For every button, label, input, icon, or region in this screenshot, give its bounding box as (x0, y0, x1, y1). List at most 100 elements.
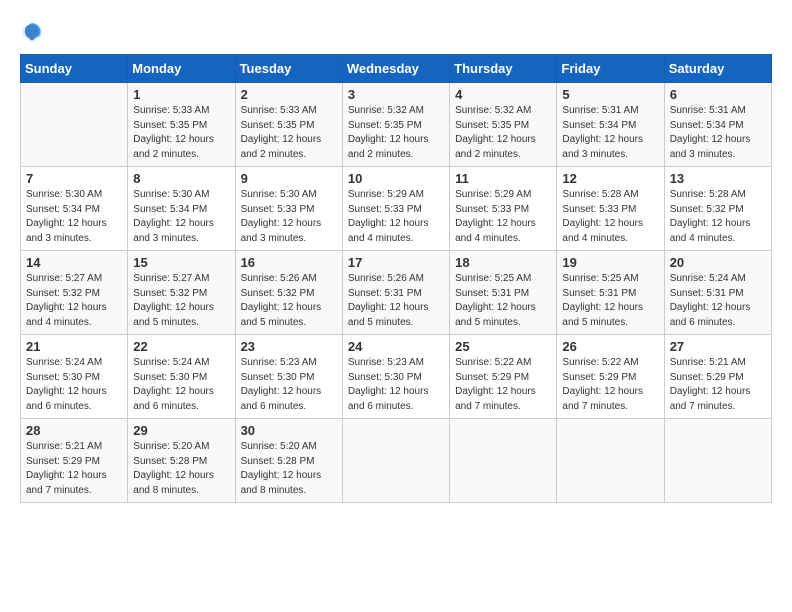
calendar-cell: 22 Sunrise: 5:24 AM Sunset: 5:30 PM Dayli… (128, 335, 235, 419)
day-info: Sunrise: 5:25 AM Sunset: 5:31 PM Dayligh… (562, 272, 658, 330)
day-number: 9 (241, 171, 337, 186)
calendar-cell: 26 Sunrise: 5:22 AM Sunset: 5:29 PM Dayli… (557, 335, 664, 419)
weekday-header-wednesday: Wednesday (342, 55, 449, 83)
calendar-cell: 21 Sunrise: 5:24 AM Sunset: 5:30 PM Dayli… (21, 335, 128, 419)
calendar-cell: 11 Sunrise: 5:29 AM Sunset: 5:33 PM Dayli… (450, 167, 557, 251)
day-info: Sunrise: 5:22 AM Sunset: 5:29 PM Dayligh… (562, 356, 658, 414)
calendar-cell: 14 Sunrise: 5:27 AM Sunset: 5:32 PM Dayli… (21, 251, 128, 335)
calendar-cell: 24Sunrise: 5:23 AM Sunset: 5:30 PM Dayli… (342, 335, 449, 419)
day-info: Sunrise: 5:20 AM Sunset: 5:28 PM Dayligh… (133, 440, 229, 498)
day-number: 4 (455, 87, 551, 102)
day-info: Sunrise: 5:22 AM Sunset: 5:29 PM Dayligh… (455, 356, 551, 414)
calendar-cell: 4 Sunrise: 5:32 AM Sunset: 5:35 PM Daylig… (450, 83, 557, 167)
day-number: 17 (348, 255, 444, 270)
calendar-cell: 5 Sunrise: 5:31 AM Sunset: 5:34 PM Daylig… (557, 83, 664, 167)
calendar-cell: 30Sunrise: 5:20 AM Sunset: 5:28 PM Dayli… (235, 419, 342, 503)
calendar-cell: 9Sunrise: 5:30 AM Sunset: 5:33 PM Daylig… (235, 167, 342, 251)
calendar-cell: 18 Sunrise: 5:25 AM Sunset: 5:31 PM Dayli… (450, 251, 557, 335)
calendar-cell: 12 Sunrise: 5:28 AM Sunset: 5:33 PM Dayli… (557, 167, 664, 251)
calendar-table: SundayMondayTuesdayWednesdayThursdayFrid… (20, 54, 772, 503)
calendar-cell: 23Sunrise: 5:23 AM Sunset: 5:30 PM Dayli… (235, 335, 342, 419)
day-number: 14 (26, 255, 122, 270)
calendar-cell (450, 419, 557, 503)
week-row-4: 21 Sunrise: 5:24 AM Sunset: 5:30 PM Dayli… (21, 335, 772, 419)
day-number: 6 (670, 87, 766, 102)
day-number: 22 (133, 339, 229, 354)
day-number: 16 (241, 255, 337, 270)
week-row-5: 28Sunrise: 5:21 AM Sunset: 5:29 PM Dayli… (21, 419, 772, 503)
calendar-cell: 15 Sunrise: 5:27 AM Sunset: 5:32 PM Dayli… (128, 251, 235, 335)
day-info: Sunrise: 5:32 AM Sunset: 5:35 PM Dayligh… (455, 104, 551, 162)
calendar-cell: 1 Sunrise: 5:33 AM Sunset: 5:35 PM Daylig… (128, 83, 235, 167)
day-number: 28 (26, 423, 122, 438)
calendar-cell: 25 Sunrise: 5:22 AM Sunset: 5:29 PM Dayli… (450, 335, 557, 419)
day-info: Sunrise: 5:26 AM Sunset: 5:31 PM Dayligh… (348, 272, 444, 330)
day-number: 26 (562, 339, 658, 354)
day-number: 3 (348, 87, 444, 102)
day-info: Sunrise: 5:31 AM Sunset: 5:34 PM Dayligh… (670, 104, 766, 162)
day-number: 24 (348, 339, 444, 354)
day-number: 29 (133, 423, 229, 438)
day-number: 5 (562, 87, 658, 102)
week-row-3: 14 Sunrise: 5:27 AM Sunset: 5:32 PM Dayli… (21, 251, 772, 335)
calendar-cell (21, 83, 128, 167)
day-info: Sunrise: 5:33 AM Sunset: 5:35 PM Dayligh… (133, 104, 229, 162)
calendar-cell: 20 Sunrise: 5:24 AM Sunset: 5:31 PM Dayli… (664, 251, 771, 335)
calendar-cell: 8 Sunrise: 5:30 AM Sunset: 5:34 PM Daylig… (128, 167, 235, 251)
calendar-cell: 10Sunrise: 5:29 AM Sunset: 5:33 PM Dayli… (342, 167, 449, 251)
day-number: 12 (562, 171, 658, 186)
day-info: Sunrise: 5:29 AM Sunset: 5:33 PM Dayligh… (455, 188, 551, 246)
calendar-header: SundayMondayTuesdayWednesdayThursdayFrid… (21, 55, 772, 83)
day-info: Sunrise: 5:25 AM Sunset: 5:31 PM Dayligh… (455, 272, 551, 330)
day-info: Sunrise: 5:24 AM Sunset: 5:30 PM Dayligh… (133, 356, 229, 414)
day-number: 15 (133, 255, 229, 270)
day-number: 18 (455, 255, 551, 270)
weekday-header-row: SundayMondayTuesdayWednesdayThursdayFrid… (21, 55, 772, 83)
calendar-cell: 2Sunrise: 5:33 AM Sunset: 5:35 PM Daylig… (235, 83, 342, 167)
calendar-cell: 19 Sunrise: 5:25 AM Sunset: 5:31 PM Dayli… (557, 251, 664, 335)
calendar-cell (342, 419, 449, 503)
weekday-header-friday: Friday (557, 55, 664, 83)
week-row-1: 1 Sunrise: 5:33 AM Sunset: 5:35 PM Daylig… (21, 83, 772, 167)
day-info: Sunrise: 5:30 AM Sunset: 5:34 PM Dayligh… (133, 188, 229, 246)
day-number: 1 (133, 87, 229, 102)
calendar-cell: 28Sunrise: 5:21 AM Sunset: 5:29 PM Dayli… (21, 419, 128, 503)
day-info: Sunrise: 5:30 AM Sunset: 5:34 PM Dayligh… (26, 188, 122, 246)
day-number: 2 (241, 87, 337, 102)
day-number: 21 (26, 339, 122, 354)
calendar-cell: 3 Sunrise: 5:32 AM Sunset: 5:35 PM Daylig… (342, 83, 449, 167)
weekday-header-sunday: Sunday (21, 55, 128, 83)
calendar-cell: 16Sunrise: 5:26 AM Sunset: 5:32 PM Dayli… (235, 251, 342, 335)
day-number: 20 (670, 255, 766, 270)
day-info: Sunrise: 5:32 AM Sunset: 5:35 PM Dayligh… (348, 104, 444, 162)
day-info: Sunrise: 5:24 AM Sunset: 5:30 PM Dayligh… (26, 356, 122, 414)
day-info: Sunrise: 5:31 AM Sunset: 5:34 PM Dayligh… (562, 104, 658, 162)
week-row-2: 7 Sunrise: 5:30 AM Sunset: 5:34 PM Daylig… (21, 167, 772, 251)
calendar-cell: 17 Sunrise: 5:26 AM Sunset: 5:31 PM Dayli… (342, 251, 449, 335)
calendar-cell: 27Sunrise: 5:21 AM Sunset: 5:29 PM Dayli… (664, 335, 771, 419)
day-number: 7 (26, 171, 122, 186)
day-info: Sunrise: 5:27 AM Sunset: 5:32 PM Dayligh… (133, 272, 229, 330)
weekday-header-saturday: Saturday (664, 55, 771, 83)
day-number: 10 (348, 171, 444, 186)
logo-icon (20, 20, 44, 44)
calendar-cell: 29 Sunrise: 5:20 AM Sunset: 5:28 PM Dayli… (128, 419, 235, 503)
day-info: Sunrise: 5:27 AM Sunset: 5:32 PM Dayligh… (26, 272, 122, 330)
calendar-cell: 13Sunrise: 5:28 AM Sunset: 5:32 PM Dayli… (664, 167, 771, 251)
day-info: Sunrise: 5:20 AM Sunset: 5:28 PM Dayligh… (241, 440, 337, 498)
day-number: 13 (670, 171, 766, 186)
day-info: Sunrise: 5:24 AM Sunset: 5:31 PM Dayligh… (670, 272, 766, 330)
calendar-cell (664, 419, 771, 503)
calendar-cell (557, 419, 664, 503)
weekday-header-thursday: Thursday (450, 55, 557, 83)
logo (20, 20, 48, 44)
page-header (20, 20, 772, 44)
day-number: 8 (133, 171, 229, 186)
day-number: 25 (455, 339, 551, 354)
day-number: 11 (455, 171, 551, 186)
day-number: 19 (562, 255, 658, 270)
day-info: Sunrise: 5:28 AM Sunset: 5:33 PM Dayligh… (562, 188, 658, 246)
weekday-header-tuesday: Tuesday (235, 55, 342, 83)
day-number: 27 (670, 339, 766, 354)
calendar-cell: 7 Sunrise: 5:30 AM Sunset: 5:34 PM Daylig… (21, 167, 128, 251)
